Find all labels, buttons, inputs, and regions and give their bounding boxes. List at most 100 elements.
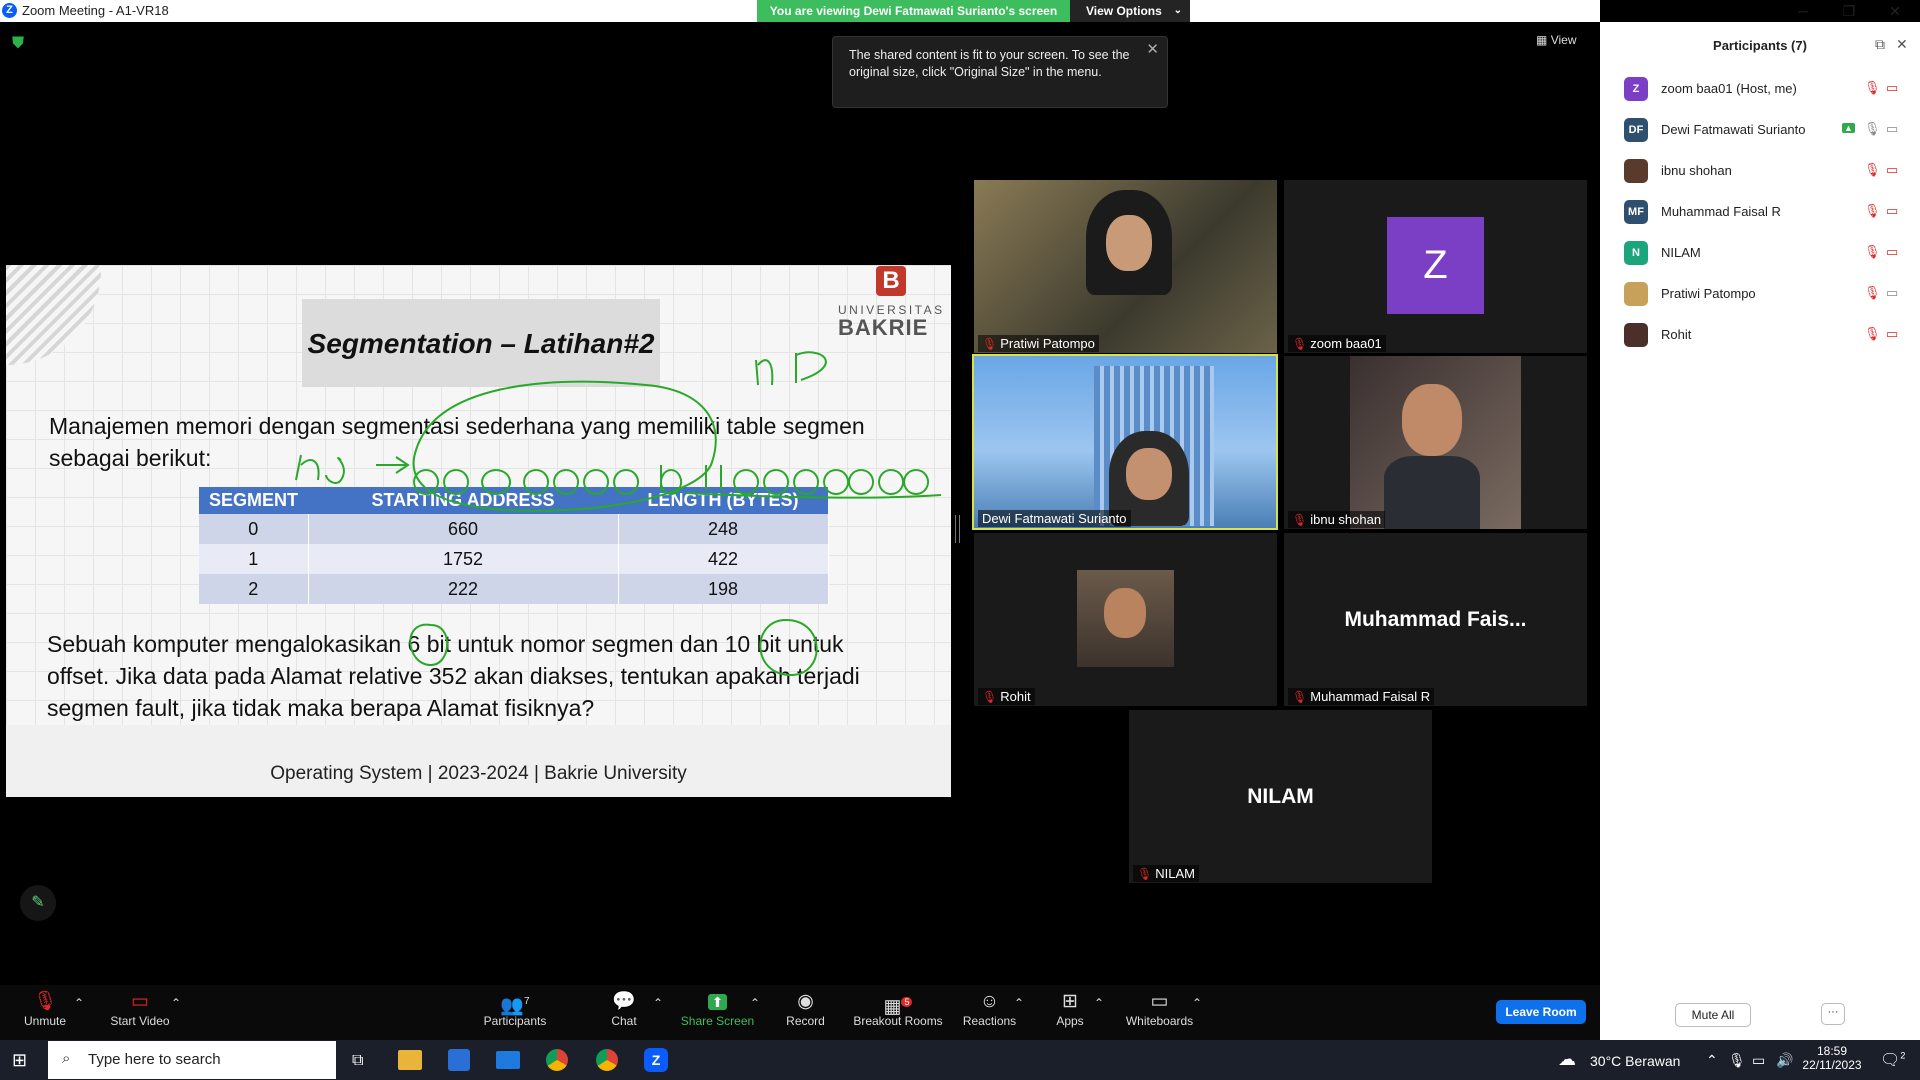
start-video-button[interactable]: ▭ Start Video [105,990,175,1028]
tile-big-label: Muhammad Fais... [1344,608,1527,631]
mic-muted-icon: 🎙 [1864,80,1881,95]
share-screen-label: Share Screen [680,1014,755,1028]
encryption-shield-icon[interactable]: ⛊ [12,35,26,52]
weather-icon: ☁ [1558,1049,1576,1069]
share-screen-icon: ⬆ [680,990,755,1014]
tile-name-label: NILAM [1155,866,1195,881]
breakout-rooms-icon: ▦ 5 [853,990,943,1017]
chat-options-caret[interactable]: ⌃ [653,996,663,1010]
mic-muted-icon: 🎙 [1292,513,1308,527]
video-tile-active-speaker[interactable]: Dewi Fatmawati Surianto [972,354,1278,530]
view-options-button[interactable]: View Options ⌄ [1070,0,1190,22]
annotation-stroke [412,380,717,512]
tile-name: 🎙 zoom baa01 [1288,335,1386,352]
chat-button[interactable]: 💬 Chat [604,990,644,1028]
tile-name: 🎙 NILAM [1133,865,1199,882]
breakout-rooms-button[interactable]: ▦ 5 Breakout Rooms [853,990,943,1028]
apps-options-caret[interactable]: ⌃ [1094,996,1104,1010]
mute-all-button[interactable]: Mute All [1675,1003,1751,1027]
reactions-options-caret[interactable]: ⌃ [1014,996,1024,1010]
video-tile[interactable]: NILAM 🎙 NILAM [1129,710,1432,883]
video-tile[interactable]: 🎙 ibnu shohan [1284,356,1587,529]
annotate-pencil-icon[interactable]: ✎ [20,885,56,921]
clock[interactable]: 18:59 22/11/2023 [1800,1044,1864,1072]
store-icon[interactable] [448,1049,470,1071]
windows-start-icon[interactable]: ⊞ [12,1050,27,1071]
participant-row[interactable]: Z zoom baa01 (Host, me) 🎙 ▭ [1600,68,1920,109]
reactions-button[interactable]: ☺ Reactions [962,990,1017,1028]
volume-icon[interactable]: 🔊 [1776,1052,1793,1069]
participants-label: Participants [483,1014,547,1028]
notification-icon[interactable]: 🗨2 [1880,1050,1905,1070]
start-video-label: Start Video [110,1014,170,1028]
resize-handle[interactable] [955,515,960,543]
participant-name: Pratiwi Patompo [1661,286,1756,301]
participants-button[interactable]: 👥7 Participants [475,990,555,1028]
weather-text[interactable]: 30°C Berawan [1590,1053,1680,1069]
participant-row[interactable]: N NILAM 🎙 ▭ [1600,232,1920,273]
tile-name: 🎙 ibnu shohan [1288,511,1386,528]
audio-options-caret[interactable]: ⌃ [74,996,84,1010]
share-options-caret[interactable]: ⌃ [750,996,760,1010]
mail-icon[interactable] [496,1051,520,1069]
tile-name: Dewi Fatmawati Surianto [978,510,1131,527]
avatar: Z [1624,77,1648,101]
view-button[interactable]: ▦ View [1536,33,1576,47]
chrome-profile-icon[interactable] [596,1049,618,1071]
reactions-icon: ☺ [979,991,1000,1012]
mic-muted-icon: 🎙 [982,337,998,351]
avatar: N [1624,241,1648,265]
popout-icon[interactable]: ⧉ [1875,36,1885,53]
reactions-label: Reactions [962,1014,1017,1028]
participant-row[interactable]: ibnu shohan 🎙 ▭ [1600,150,1920,191]
network-icon[interactable]: ▭ [1752,1052,1765,1069]
participants-panel: Participants (7) ⧉ ✕ Z zoom baa01 (Host,… [1600,22,1920,1040]
video-off-icon: ▭ [1886,203,1899,218]
minimize-button[interactable]: ─ [1780,0,1826,22]
chat-icon: 💬 [612,991,636,1012]
mic-muted-icon: 🎙 [1864,285,1881,300]
participant-face [1402,384,1462,456]
whiteboards-options-caret[interactable]: ⌃ [1192,996,1202,1010]
search-icon: ⌕ [62,1050,71,1067]
tile-name-label: zoom baa01 [1310,336,1382,351]
participant-row[interactable]: Pratiwi Patompo 🎙 ▭ [1600,273,1920,314]
apps-button[interactable]: ⊞ Apps [1050,990,1090,1028]
share-screen-button[interactable]: ⬆ Share Screen [680,990,755,1028]
close-window-button[interactable]: ✕ [1872,0,1918,22]
video-off-icon: ▭ [1886,326,1899,341]
avatar: MF [1624,200,1648,224]
avatar [1624,159,1648,183]
video-on-icon: ▭ [1886,121,1899,136]
zoom-taskbar-icon[interactable]: Z [644,1048,668,1072]
leave-room-button[interactable]: Leave Room [1496,1000,1586,1024]
video-tile[interactable]: 🎙 Pratiwi Patompo [974,180,1277,353]
whiteboards-button[interactable]: ▭ Whiteboards [1122,990,1197,1028]
record-button[interactable]: ◉ Record [783,990,828,1028]
participant-row[interactable]: Rohit 🎙 ▭ [1600,314,1920,355]
participant-row[interactable]: DF Dewi Fatmawati Surianto ▲ 🎙 ▭ [1600,109,1920,150]
video-tile[interactable]: 🎙 Rohit [974,533,1277,706]
video-tile[interactable]: Z 🎙 zoom baa01 [1284,180,1587,353]
restore-button[interactable]: ❐ [1826,0,1872,22]
tile-name: 🎙 Rohit [978,688,1035,705]
task-view-icon[interactable]: ⧉ [352,1052,363,1070]
video-options-caret[interactable]: ⌃ [171,996,181,1010]
breakout-badge: 5 [901,997,913,1007]
video-tile[interactable]: Muhammad Fais... 🎙 Muhammad Faisal R [1284,533,1587,706]
more-options-button[interactable]: ··· [1821,1003,1845,1025]
tile-name-label: Muhammad Faisal R [1310,689,1431,704]
close-icon[interactable]: ✕ [1896,36,1908,53]
tile-name: 🎙 Muhammad Faisal R [1288,688,1435,705]
unmute-button[interactable]: 🎙 Unmute [20,990,70,1028]
file-explorer-icon[interactable] [398,1050,422,1070]
microphone-tray-icon[interactable]: 🎙 [1728,1052,1746,1069]
chrome-icon[interactable] [546,1049,568,1071]
participant-row[interactable]: MF Muhammad Faisal R 🎙 ▭ [1600,191,1920,232]
tray-overflow-icon[interactable]: ⌃ [1706,1052,1718,1069]
participant-name: NILAM [1661,245,1701,260]
close-icon[interactable]: ✕ [1146,41,1159,58]
video-off-icon: ▭ [1886,80,1899,95]
taskbar-search-input[interactable]: ⌕ Type here to search [48,1041,336,1079]
participant-name: Muhammad Faisal R [1661,204,1781,219]
